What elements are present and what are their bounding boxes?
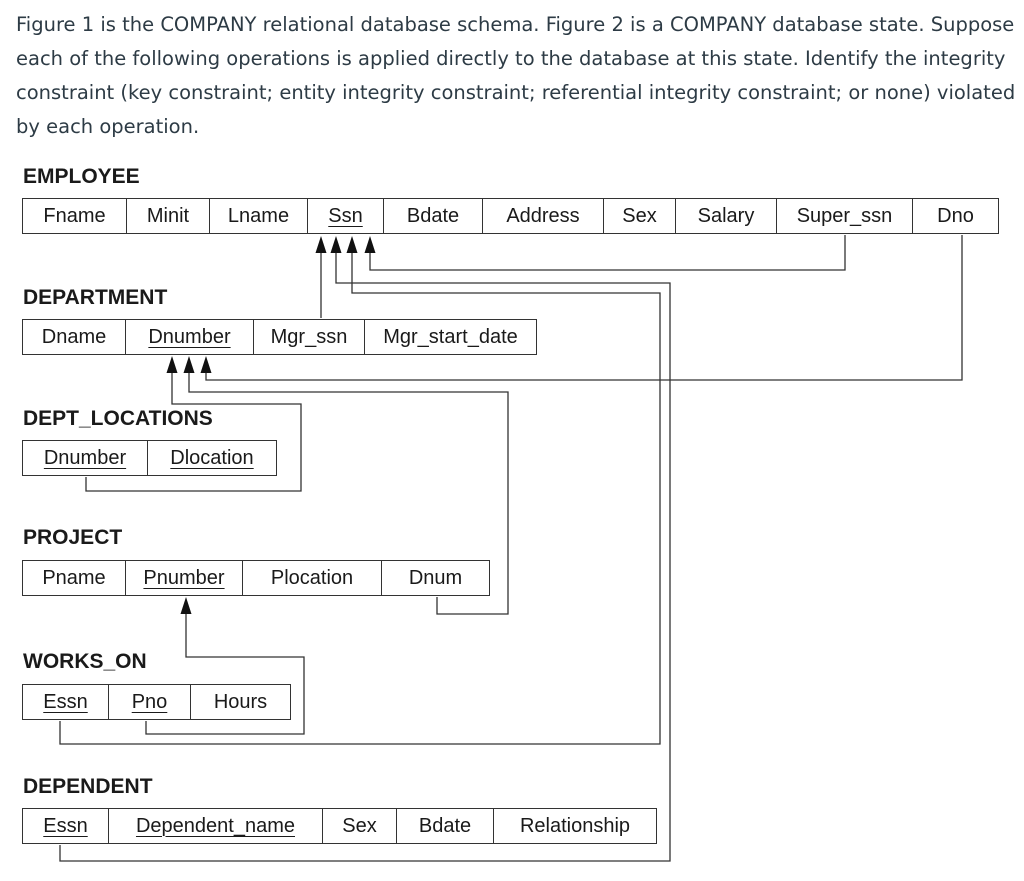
arrowhead-ssn-3 — [346, 236, 358, 253]
fk-line-pno — [145, 610, 305, 735]
arrowhead-ssn-4 — [364, 236, 376, 253]
arrowhead-dnumber-1 — [166, 356, 178, 373]
arrowhead-dnumber-3 — [200, 356, 212, 373]
fk-line-dependent-essn — [59, 248, 671, 862]
foreign-key-lines — [59, 235, 963, 862]
arrowhead-dnumber-2 — [183, 356, 195, 373]
fk-line-dept-locations-dnumber — [85, 368, 302, 492]
fk-line-works-on-essn — [59, 248, 661, 745]
arrowhead-ssn-1 — [315, 236, 327, 253]
arrowhead-pnumber — [180, 597, 192, 614]
fk-line-dno — [205, 235, 963, 381]
arrowhead-ssn-2 — [330, 236, 342, 253]
fk-line-super-ssn — [369, 235, 846, 271]
